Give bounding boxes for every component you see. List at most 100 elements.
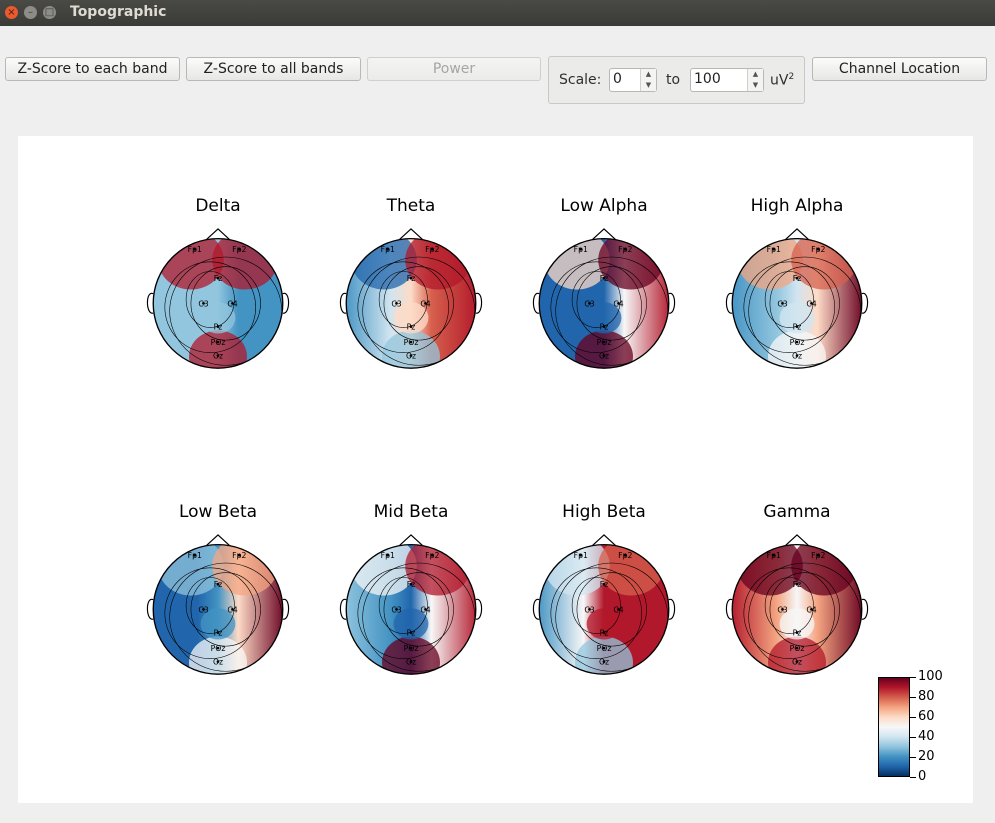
topomap-head: Fp1 Fp2 Fz C3 C4 Pz POz Oz (532, 534, 676, 675)
spin-up-icon[interactable]: ▲ (748, 69, 763, 80)
electrode-label: C3 (777, 299, 787, 308)
scale-max-spinbox[interactable]: ▲ ▼ (690, 68, 764, 92)
colorbar-tick-label: 60 (918, 709, 935, 724)
electrode-label: Fp1 (574, 551, 588, 560)
colorbar-tick-label: 100 (918, 669, 943, 684)
electrode-label: Pz (407, 323, 416, 332)
electrode-label: Pz (600, 323, 609, 332)
electrode-label: Pz (793, 323, 802, 332)
electrode-label: Fz (214, 580, 223, 589)
topomap-head: Fp1 Fp2 Fz C3 C4 Pz POz Oz (146, 228, 290, 369)
electrode-label: Fp2 (618, 245, 632, 254)
electrode-label: C3 (584, 605, 594, 614)
colorbar-tick (910, 757, 916, 758)
electrode-label: Fz (793, 274, 802, 283)
scale-max-input[interactable] (694, 71, 746, 87)
spin-up-icon[interactable]: ▲ (641, 69, 656, 80)
electrode-label: Oz (213, 352, 223, 361)
electrode-label: Fp1 (188, 551, 202, 560)
scale-unit-label: uV2 (770, 72, 794, 89)
electrode-label: Fp1 (767, 245, 781, 254)
zscore-all-bands-button[interactable]: Z-Score to all bands (186, 57, 361, 81)
electrode-label: C4 (227, 605, 237, 614)
electrode-label: C3 (198, 299, 208, 308)
electrode-label: POz (790, 644, 805, 653)
colorbar-tick-label: 0 (918, 769, 927, 784)
topomap-title: Mid Beta (373, 502, 449, 522)
electrode-label: C4 (227, 299, 237, 308)
electrode-label: C3 (198, 605, 208, 614)
zscore-each-band-button[interactable]: Z-Score to each band (5, 57, 180, 81)
electrode-label: C4 (806, 605, 816, 614)
colorbar-tick (910, 737, 916, 738)
spin-down-icon[interactable]: ▼ (748, 80, 763, 91)
electrode-label: Fz (407, 580, 416, 589)
colorbar-tick-label: 20 (918, 749, 935, 764)
electrode-label: Oz (599, 658, 609, 667)
close-window-icon[interactable]: × (5, 6, 18, 19)
topomap-head: Fp1 Fp2 Fz C3 C4 Pz POz Oz (339, 228, 483, 369)
electrode-label: Fz (600, 580, 609, 589)
electrode-label: C3 (391, 605, 401, 614)
electrode-label: C4 (613, 299, 623, 308)
electrode-label: Fz (793, 580, 802, 589)
electrode-label: POz (790, 338, 805, 347)
electrode-label: Fz (600, 274, 609, 283)
power-button[interactable]: Power (367, 57, 541, 81)
electrode-label: Oz (792, 352, 802, 361)
electrode-label: Fp2 (618, 551, 632, 560)
topomap-title: High Beta (562, 502, 646, 522)
colorbar-tick (910, 677, 916, 678)
topomap-title: Low Alpha (560, 196, 648, 216)
electrode-label: Fp1 (574, 245, 588, 254)
scale-max-stepper[interactable]: ▲ ▼ (747, 69, 763, 91)
electrode-label: POz (211, 338, 226, 347)
scale-group: Scale: ▲ ▼ to ▲ ▼ uV2 (548, 56, 805, 104)
topomap-title: Theta (386, 196, 436, 216)
window-title: Topographic (70, 4, 167, 20)
electrode-label: C4 (613, 605, 623, 614)
electrode-label: Oz (213, 658, 223, 667)
electrode-label: POz (597, 338, 612, 347)
electrode-label: Fp2 (232, 551, 246, 560)
electrode-label: C4 (420, 605, 430, 614)
electrode-label: Fp2 (232, 245, 246, 254)
topomap-head: Fp1 Fp2 Fz C3 C4 Pz POz Oz (725, 534, 869, 675)
scale-unit-sup: 2 (788, 72, 795, 82)
topomap-head: Fp1 Fp2 Fz C3 C4 Pz POz Oz (532, 228, 676, 369)
topomap-head: Fp1 Fp2 Fz C3 C4 Pz POz Oz (146, 534, 290, 675)
scale-to-label: to (666, 72, 681, 88)
electrode-label: Fp1 (767, 551, 781, 560)
topomap-title: Delta (195, 196, 241, 216)
electrode-label: Pz (407, 629, 416, 638)
minimize-window-icon[interactable]: – (24, 6, 37, 19)
electrode-label: Fp1 (188, 245, 202, 254)
window-titlebar: × – □ Topographic (0, 0, 995, 26)
electrode-label: Oz (792, 658, 802, 667)
electrode-label: C4 (806, 299, 816, 308)
scale-min-spinbox[interactable]: ▲ ▼ (609, 68, 657, 92)
colorbar (878, 677, 910, 777)
colorbar-tick-label: 40 (918, 729, 935, 744)
electrode-label: POz (404, 338, 419, 347)
electrode-label: C4 (420, 299, 430, 308)
electrode-label: Fp2 (425, 551, 439, 560)
scale-min-stepper[interactable]: ▲ ▼ (640, 69, 656, 91)
maximize-window-icon[interactable]: □ (43, 6, 56, 19)
electrode-label: Fp1 (381, 551, 395, 560)
colorbar-tick (910, 717, 916, 718)
electrode-label: C3 (584, 299, 594, 308)
colorbar-tick-label: 80 (918, 689, 935, 704)
topomap-head: Fp1 Fp2 Fz C3 C4 Pz POz Oz (725, 228, 869, 369)
channel-location-button[interactable]: Channel Location (812, 57, 987, 81)
spin-down-icon[interactable]: ▼ (641, 80, 656, 91)
electrode-label: POz (211, 644, 226, 653)
electrode-label: Fz (214, 274, 223, 283)
topomap-title: High Alpha (750, 196, 844, 216)
colorbar-tick (910, 777, 916, 778)
topomap-title: Gamma (763, 502, 831, 522)
scale-min-input[interactable] (613, 71, 641, 87)
colorbar-tick (910, 697, 916, 698)
electrode-label: Pz (214, 323, 223, 332)
electrode-label: C3 (777, 605, 787, 614)
